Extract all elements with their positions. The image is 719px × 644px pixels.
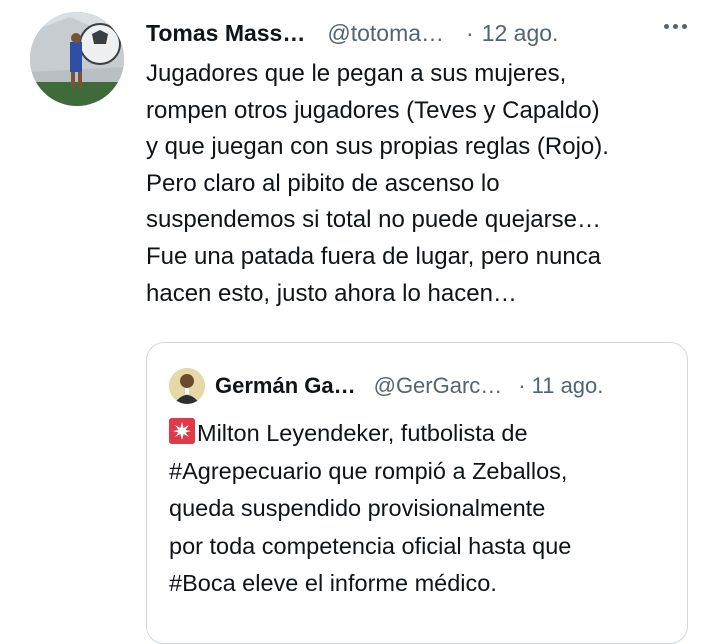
tweet-text-line: Pero claro al pibito de ascenso lo [146,169,500,197]
avatar-image [30,12,124,106]
author-avatar[interactable] [30,12,124,106]
quoted-text-content: Milton Leyendeker, futbolista de [197,420,528,446]
tweet-text-line: Jugadores que le pegan a sus mujeres, [146,60,567,87]
dot-separator: · [518,373,526,398]
quoted-text-line: Milton Leyendeker, futbolista de [169,415,679,453]
tweet-text-line: rompen otros jugadores (Teves y Capaldo) [146,96,600,124]
quoted-tweet-text: Milton Leyendeker, futbolista de #Agrepe… [169,415,679,603]
quoted-text-line: queda suspendido provisionalmente [169,495,546,521]
quoted-tweet-timestamp[interactable]: 11 ago. [532,373,604,399]
quoted-author-avatar[interactable] [169,368,205,404]
quoted-author-handle[interactable]: @GerGarc… [374,373,503,399]
quoted-text-line: #Agrepecuario que rompió a Zeballos, [169,457,568,484]
more-dot [673,24,678,29]
more-options-icon[interactable] [664,24,687,29]
dot-separator: · [466,19,474,46]
tweet-text-line: Fue una patada fuera de lugar, pero nunc… [146,242,602,270]
tweet-timestamp[interactable]: 12 ago. [482,20,559,47]
tweet-text-line: hacen esto, justo ahora lo hacen… [146,279,517,307]
more-dot [682,24,687,29]
quoted-tweet-header: Germán Ga… @GerGarc… · 11 ago. [215,369,603,403]
more-dot [664,24,669,29]
rotating-light-icon [169,418,195,444]
tweet-text: Jugadores que le pegan a sus mujeres, ro… [146,56,706,312]
quoted-text-line: por toda competencia oficial hasta que [169,532,572,559]
tweet-text-line: y que juegan con sus propias reglas (Roj… [146,133,609,161]
tweet-header: Tomas Mass… @totoma… · 12 ago. [146,14,691,52]
quoted-avatar-image [169,368,205,404]
quoted-text-line: #Boca eleve el informe médico. [169,570,497,596]
quoted-author-name[interactable]: Germán Ga… [215,373,356,399]
author-handle[interactable]: @totoma… [327,20,444,47]
tweet-text-line: suspendemos si total no puede quejarse… [146,206,601,234]
quoted-tweet-card[interactable]: Germán Ga… @GerGarc… · 11 ago. Milton Le… [146,342,688,644]
author-name[interactable]: Tomas Mass… [146,20,305,47]
